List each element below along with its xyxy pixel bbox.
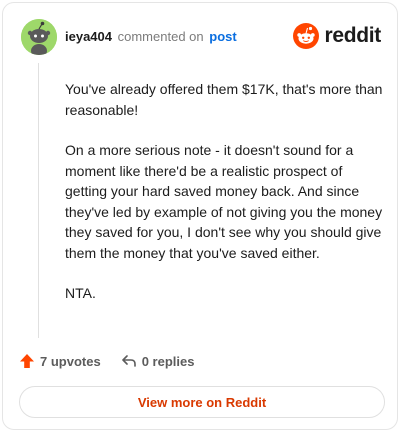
comment-paragraph: You've already offered them $17K, that's… xyxy=(65,81,383,118)
upvote-count: 7 upvotes xyxy=(40,353,101,369)
reply-button[interactable]: 0 replies xyxy=(121,353,195,369)
reply-arrow-icon xyxy=(121,355,136,367)
reddit-wordmark: reddit xyxy=(324,24,381,47)
comment-meta: ieya404 commented on post xyxy=(65,29,237,44)
snoo-avatar-icon xyxy=(21,19,57,55)
comment-paragraph: On a more serious note - it doesn't soun… xyxy=(65,142,383,261)
upvote-button[interactable]: 7 upvotes xyxy=(19,353,101,369)
comment-actions: 7 upvotes 0 replies xyxy=(19,349,214,373)
action-text: commented on xyxy=(117,29,204,44)
reddit-logo-icon xyxy=(293,23,320,49)
reddit-brand-link[interactable]: reddit xyxy=(293,22,381,50)
thread-line xyxy=(38,63,39,338)
upvote-arrow-icon xyxy=(20,354,34,368)
username-link[interactable]: ieya404 xyxy=(65,29,112,44)
comment-body: You've already offered them $17K, that's… xyxy=(65,79,383,324)
comment-paragraph: NTA. xyxy=(65,285,96,301)
reply-count: 0 replies xyxy=(141,353,195,369)
comment-header: ieya404 commented on post reddit xyxy=(17,17,383,57)
comment-embed-card: ieya404 commented on post reddit You've … xyxy=(2,2,398,430)
post-link[interactable]: post xyxy=(209,29,236,44)
view-more-button[interactable]: View more on Reddit xyxy=(19,386,385,418)
user-avatar[interactable] xyxy=(21,19,57,55)
